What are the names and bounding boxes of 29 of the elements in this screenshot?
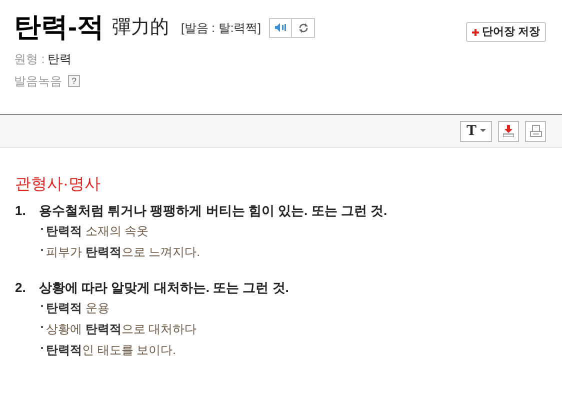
- caret-icon: [480, 129, 486, 133]
- print-button[interactable]: [525, 120, 546, 142]
- example-sentence: 상황에 탄력적으로 대처하다: [46, 321, 197, 338]
- base-form-value: 탄력: [48, 51, 72, 68]
- example-sentence: 피부가 탄력적으로 느껴지다.: [46, 244, 200, 261]
- download-button[interactable]: [498, 120, 519, 142]
- base-form-label: 원형 :: [14, 51, 45, 68]
- hanja: 彈力的: [112, 18, 169, 37]
- play-sound-button[interactable]: [269, 18, 292, 38]
- part-of-speech: 관형사·명사: [15, 175, 102, 195]
- help-button[interactable]: ?: [68, 75, 80, 87]
- definition: 상황에 따라 알맞게 대처하는. 또는 그런 것.: [39, 279, 289, 297]
- repeat-icon: [298, 22, 309, 32]
- download-icon: [503, 125, 514, 137]
- headword: 탄력-적: [14, 14, 104, 41]
- example-sentence: 탄력적 운용: [46, 300, 110, 317]
- sense-number: 1.: [15, 202, 27, 220]
- example-sentence: 탄력적인 태도를 보이다.: [46, 342, 176, 359]
- font-size-button[interactable]: T: [460, 120, 492, 142]
- recording-label: 발음녹음: [14, 73, 62, 90]
- example-sentence: 탄력적 소재의 속옷: [46, 223, 149, 240]
- printer-icon: [530, 125, 542, 137]
- speaker-icon: [275, 23, 286, 32]
- save-to-wordbook-button[interactable]: 단어장 저장: [466, 22, 546, 42]
- repeat-button[interactable]: [292, 18, 316, 38]
- plus-icon: [472, 28, 479, 36]
- sense-number: 2.: [15, 279, 27, 297]
- definition: 용수철처럼 튀거나 팽팽하게 버티는 힘이 있는. 또는 그런 것.: [39, 202, 388, 220]
- pronunciation: [발음 : 탈:력쩍]: [181, 20, 262, 36]
